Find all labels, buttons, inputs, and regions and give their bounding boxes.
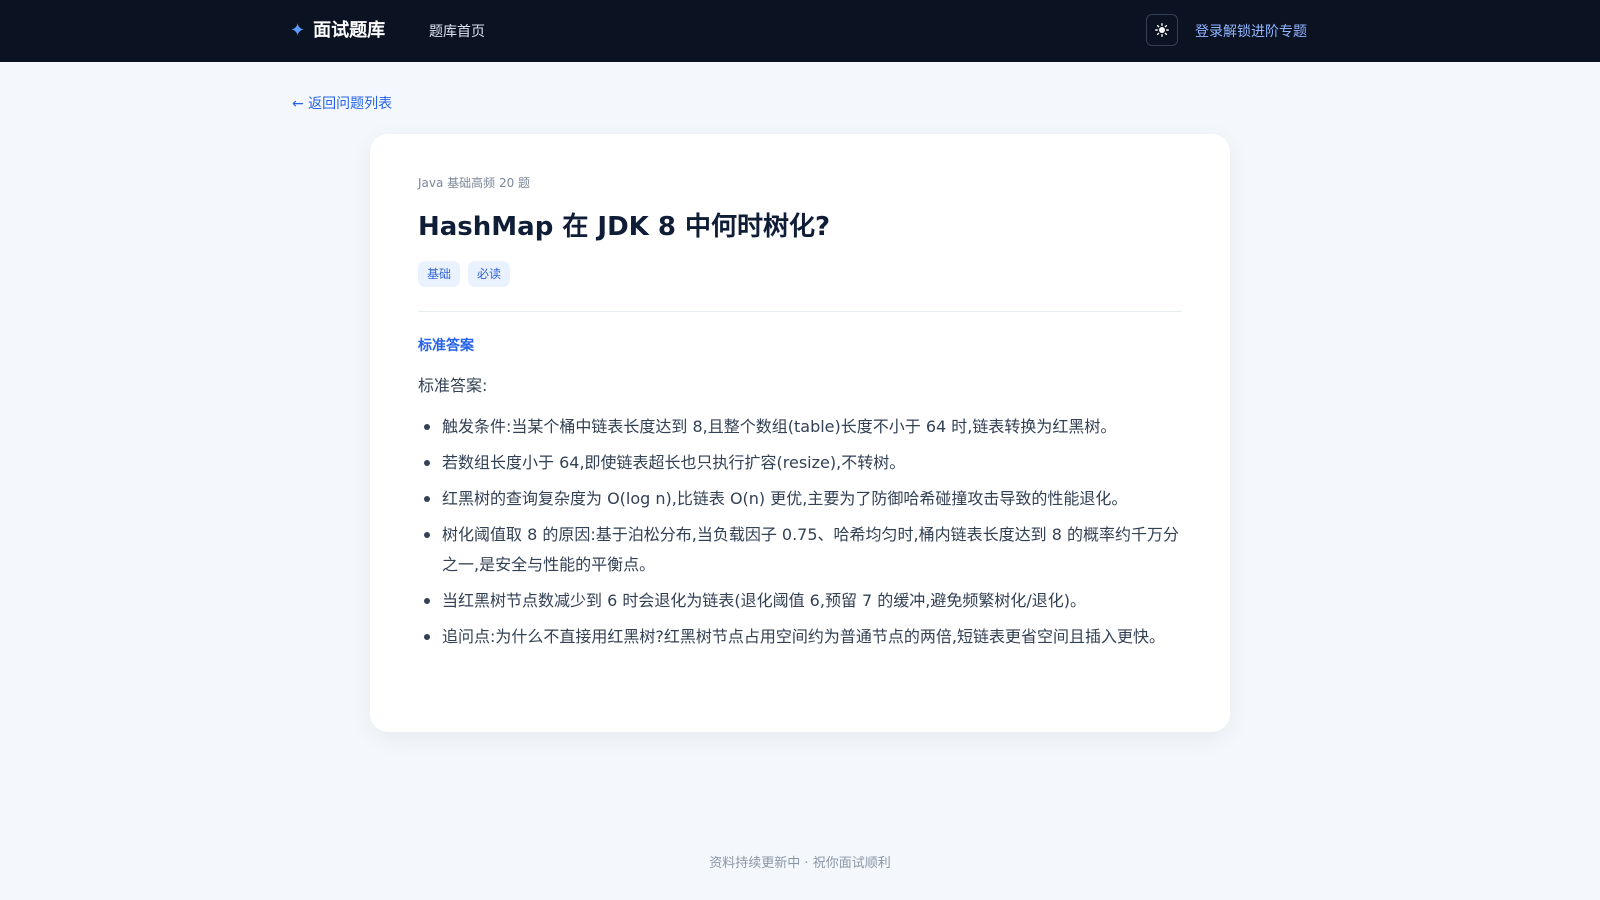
top-navigation-bar: ✦ 面试题库 题库首页 登录解锁进阶专题 — [0, 0, 1600, 62]
answer-point: 树化阈值取 8 的原因:基于泊松分布,当负载因子 0.75、哈希均匀时,桶内链表… — [418, 520, 1184, 580]
answer-point: 当红黑树节点数减少到 6 时会退化为链表(退化阈值 6,预留 7 的缓冲,避免频… — [418, 586, 1184, 616]
theme-toggle-button[interactable] — [1146, 14, 1178, 46]
nav-link-home[interactable]: 题库首页 — [429, 22, 485, 42]
question-card: Java 基础高频 20 题 HashMap 在 JDK 8 中何时树化? 基础… — [370, 134, 1230, 732]
answer-point-list: 触发条件:当某个桶中链表长度达到 8,且整个数组(table)长度不小于 64 … — [418, 412, 1184, 658]
answer-point: 追问点:为什么不直接用红黑树?红黑树节点占用空间约为普通节点的两倍,短链表更省空… — [418, 622, 1184, 652]
brand-logo[interactable]: ✦ 面试题库 — [290, 18, 385, 44]
question-collection-label: Java 基础高频 20 题 — [418, 176, 531, 190]
login-unlock-link[interactable]: 登录解锁进阶专题 — [1195, 22, 1307, 42]
sun-icon — [1155, 23, 1169, 37]
answer-section-label: 标准答案 — [418, 338, 474, 354]
tag-must-read: 必读 — [468, 261, 511, 287]
sparkle-icon: ✦ — [290, 20, 306, 41]
tag-basic: 基础 — [418, 261, 461, 287]
question-title: HashMap 在 JDK 8 中何时树化? — [418, 212, 831, 242]
answer-intro: 标准答案: — [418, 376, 488, 395]
back-to-list-link[interactable]: ← 返回问题列表 — [292, 94, 392, 114]
footer-note: 资料持续更新中 · 祝你面试顺利 — [709, 856, 891, 871]
answer-point: 红黑树的查询复杂度为 O(log n),比链表 O(n) 更优,主要为了防御哈希… — [418, 484, 1184, 514]
answer-point: 若数组长度小于 64,即使链表超长也只执行扩容(resize),不转树。 — [418, 448, 1184, 478]
question-tags: 基础 必读 — [418, 261, 511, 287]
answer-point: 触发条件:当某个桶中链表长度达到 8,且整个数组(table)长度不小于 64 … — [418, 412, 1184, 442]
divider — [418, 311, 1182, 312]
brand-name: 面试题库 — [313, 20, 386, 41]
